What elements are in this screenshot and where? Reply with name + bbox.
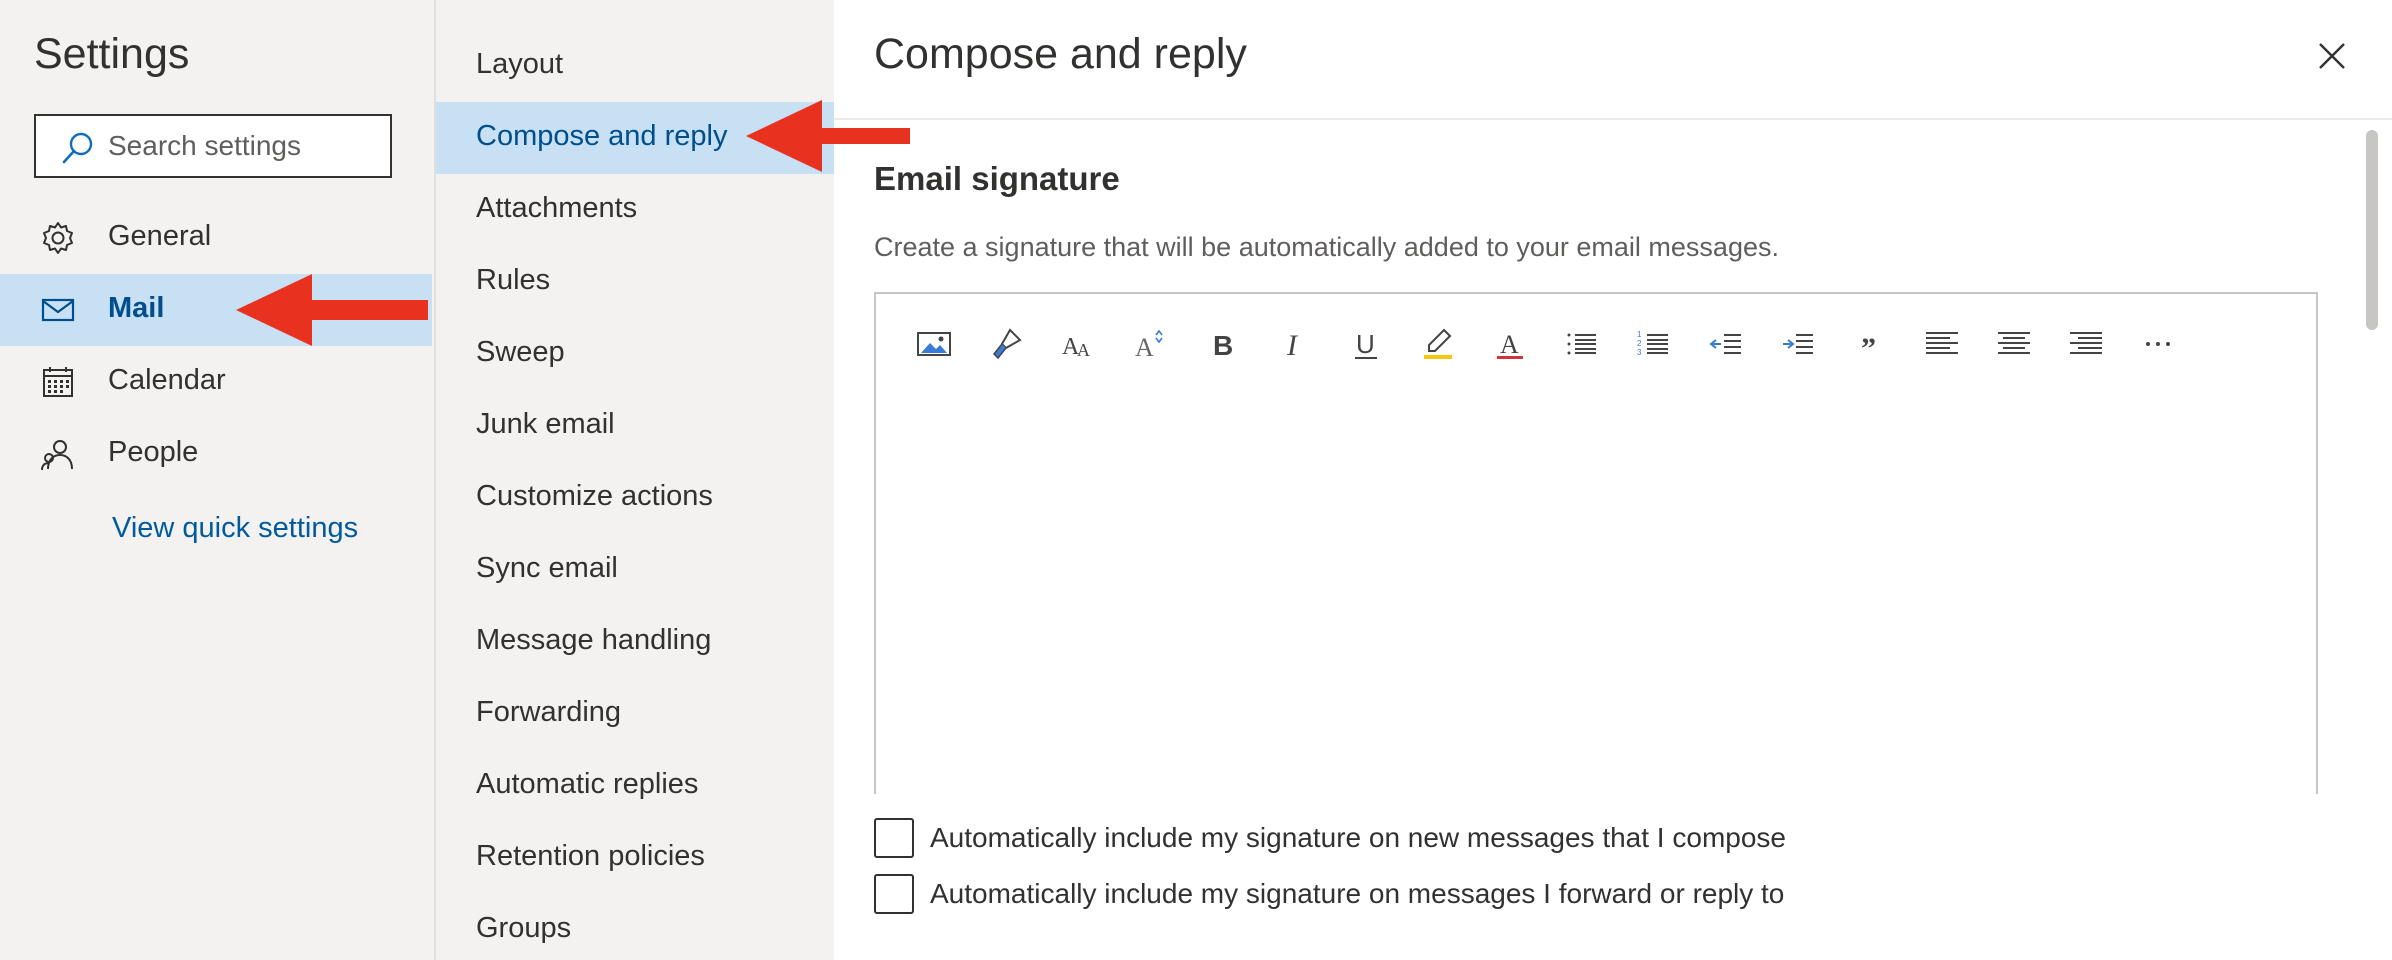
nav-item-general[interactable]: General — [0, 202, 432, 274]
nav-item-label: Mail — [108, 292, 165, 324]
submenu-item-label: Sync email — [476, 552, 618, 584]
align-center-icon[interactable] — [1986, 316, 2042, 372]
header-divider — [834, 118, 2392, 120]
submenu-item-label: Rules — [476, 264, 551, 296]
submenu-item-groups[interactable]: Groups — [436, 894, 834, 960]
insert-picture-icon[interactable] — [906, 316, 962, 372]
font-size-icon[interactable]: A — [1122, 316, 1178, 372]
svg-text:U: U — [1356, 329, 1375, 359]
search-icon — [62, 132, 93, 164]
submenu-item-label: Junk email — [476, 408, 615, 440]
calendar-icon — [43, 367, 73, 397]
submenu-item-customize-actions[interactable]: Customize actions — [436, 462, 834, 534]
quote-icon[interactable]: ” — [1842, 316, 1898, 372]
nav-item-label: Calendar — [108, 364, 226, 396]
bold-icon[interactable]: B — [1194, 316, 1250, 372]
mail-icon — [41, 298, 75, 322]
submenu-item-layout[interactable]: Layout — [436, 30, 834, 102]
svg-text:3: 3 — [1637, 348, 1642, 357]
compose-and-reply-panel: Compose and reply Email signature Create… — [834, 0, 2392, 960]
submenu-item-label: Message handling — [476, 624, 712, 656]
signature-editor[interactable]: AA A B I U A 1 2 3 ” — [874, 292, 2318, 794]
submenu-item-label: Customize actions — [476, 480, 713, 512]
submenu-item-junk-email[interactable]: Junk email — [436, 390, 834, 462]
submenu-item-message-handling[interactable]: Message handling — [436, 606, 834, 678]
page-title: Compose and reply — [874, 30, 1247, 78]
include-signature-new-messages-checkbox[interactable] — [874, 818, 914, 858]
submenu-item-automatic-replies[interactable]: Automatic replies — [436, 750, 834, 822]
svg-text:”: ” — [1861, 332, 1876, 362]
italic-icon[interactable]: I — [1266, 316, 1322, 372]
submenu-item-sync-email[interactable]: Sync email — [436, 534, 834, 606]
view-quick-settings-link[interactable]: View quick settings — [112, 512, 358, 545]
submenu-item-label: Attachments — [476, 192, 638, 224]
format-painter-icon[interactable] — [978, 316, 1034, 372]
underline-icon[interactable]: U — [1338, 316, 1394, 372]
settings-title: Settings — [34, 30, 190, 78]
submenu-item-rules[interactable]: Rules — [436, 246, 834, 318]
svg-text:A: A — [1135, 333, 1154, 362]
numbering-icon[interactable]: 123 — [1626, 316, 1682, 372]
search-settings-input[interactable] — [108, 126, 378, 166]
gear-icon — [43, 222, 73, 254]
annotation-arrow-mail — [236, 274, 428, 346]
submenu-item-label: Forwarding — [476, 696, 622, 728]
decrease-indent-icon[interactable] — [1698, 316, 1754, 372]
submenu-item-forwarding[interactable]: Forwarding — [436, 678, 834, 750]
svg-text:A: A — [1077, 340, 1090, 360]
search-settings-box[interactable] — [34, 114, 392, 178]
submenu-item-attachments[interactable]: Attachments — [436, 174, 834, 246]
submenu-item-label: Retention policies — [476, 840, 705, 872]
people-icon — [41, 440, 73, 471]
more-options-icon[interactable] — [2130, 316, 2186, 372]
align-right-icon[interactable] — [2058, 316, 2114, 372]
svg-text:2: 2 — [1637, 339, 1642, 348]
close-icon[interactable] — [2314, 38, 2350, 74]
nav-item-people[interactable]: People — [0, 418, 432, 490]
section-description: Create a signature that will be automati… — [874, 232, 1779, 262]
annotation-arrow-compose-and-reply — [746, 100, 910, 172]
increase-indent-icon[interactable] — [1770, 316, 1826, 372]
scrollbar-thumb[interactable] — [2366, 130, 2378, 330]
submenu-item-label: Automatic replies — [476, 768, 699, 800]
align-left-icon[interactable] — [1914, 316, 1970, 372]
settings-nav-pane: Settings General Mail — [0, 0, 434, 960]
nav-item-label: People — [108, 436, 199, 468]
nav-item-calendar[interactable]: Calendar — [0, 346, 432, 418]
highlight-icon[interactable] — [1410, 316, 1466, 372]
font-icon[interactable]: AA — [1050, 316, 1106, 372]
submenu-item-label: Compose and reply — [476, 120, 728, 152]
svg-text:B: B — [1213, 330, 1233, 361]
submenu-item-label: Groups — [476, 912, 572, 944]
svg-text:A: A — [1500, 330, 1519, 359]
nav-item-label: General — [108, 220, 212, 252]
include-signature-forward-reply-checkbox[interactable] — [874, 874, 914, 914]
checkbox-label: Automatically include my signature on me… — [930, 878, 1785, 909]
checkbox-label: Automatically include my signature on ne… — [930, 822, 1786, 853]
submenu-item-label: Sweep — [476, 336, 565, 368]
submenu-item-label: Layout — [476, 48, 564, 80]
submenu-item-retention-policies[interactable]: Retention policies — [436, 822, 834, 894]
font-color-icon[interactable]: A — [1482, 316, 1538, 372]
svg-text:1: 1 — [1637, 330, 1642, 339]
svg-text:I: I — [1286, 329, 1299, 362]
bullets-icon[interactable] — [1554, 316, 1610, 372]
submenu-item-sweep[interactable]: Sweep — [436, 318, 834, 390]
